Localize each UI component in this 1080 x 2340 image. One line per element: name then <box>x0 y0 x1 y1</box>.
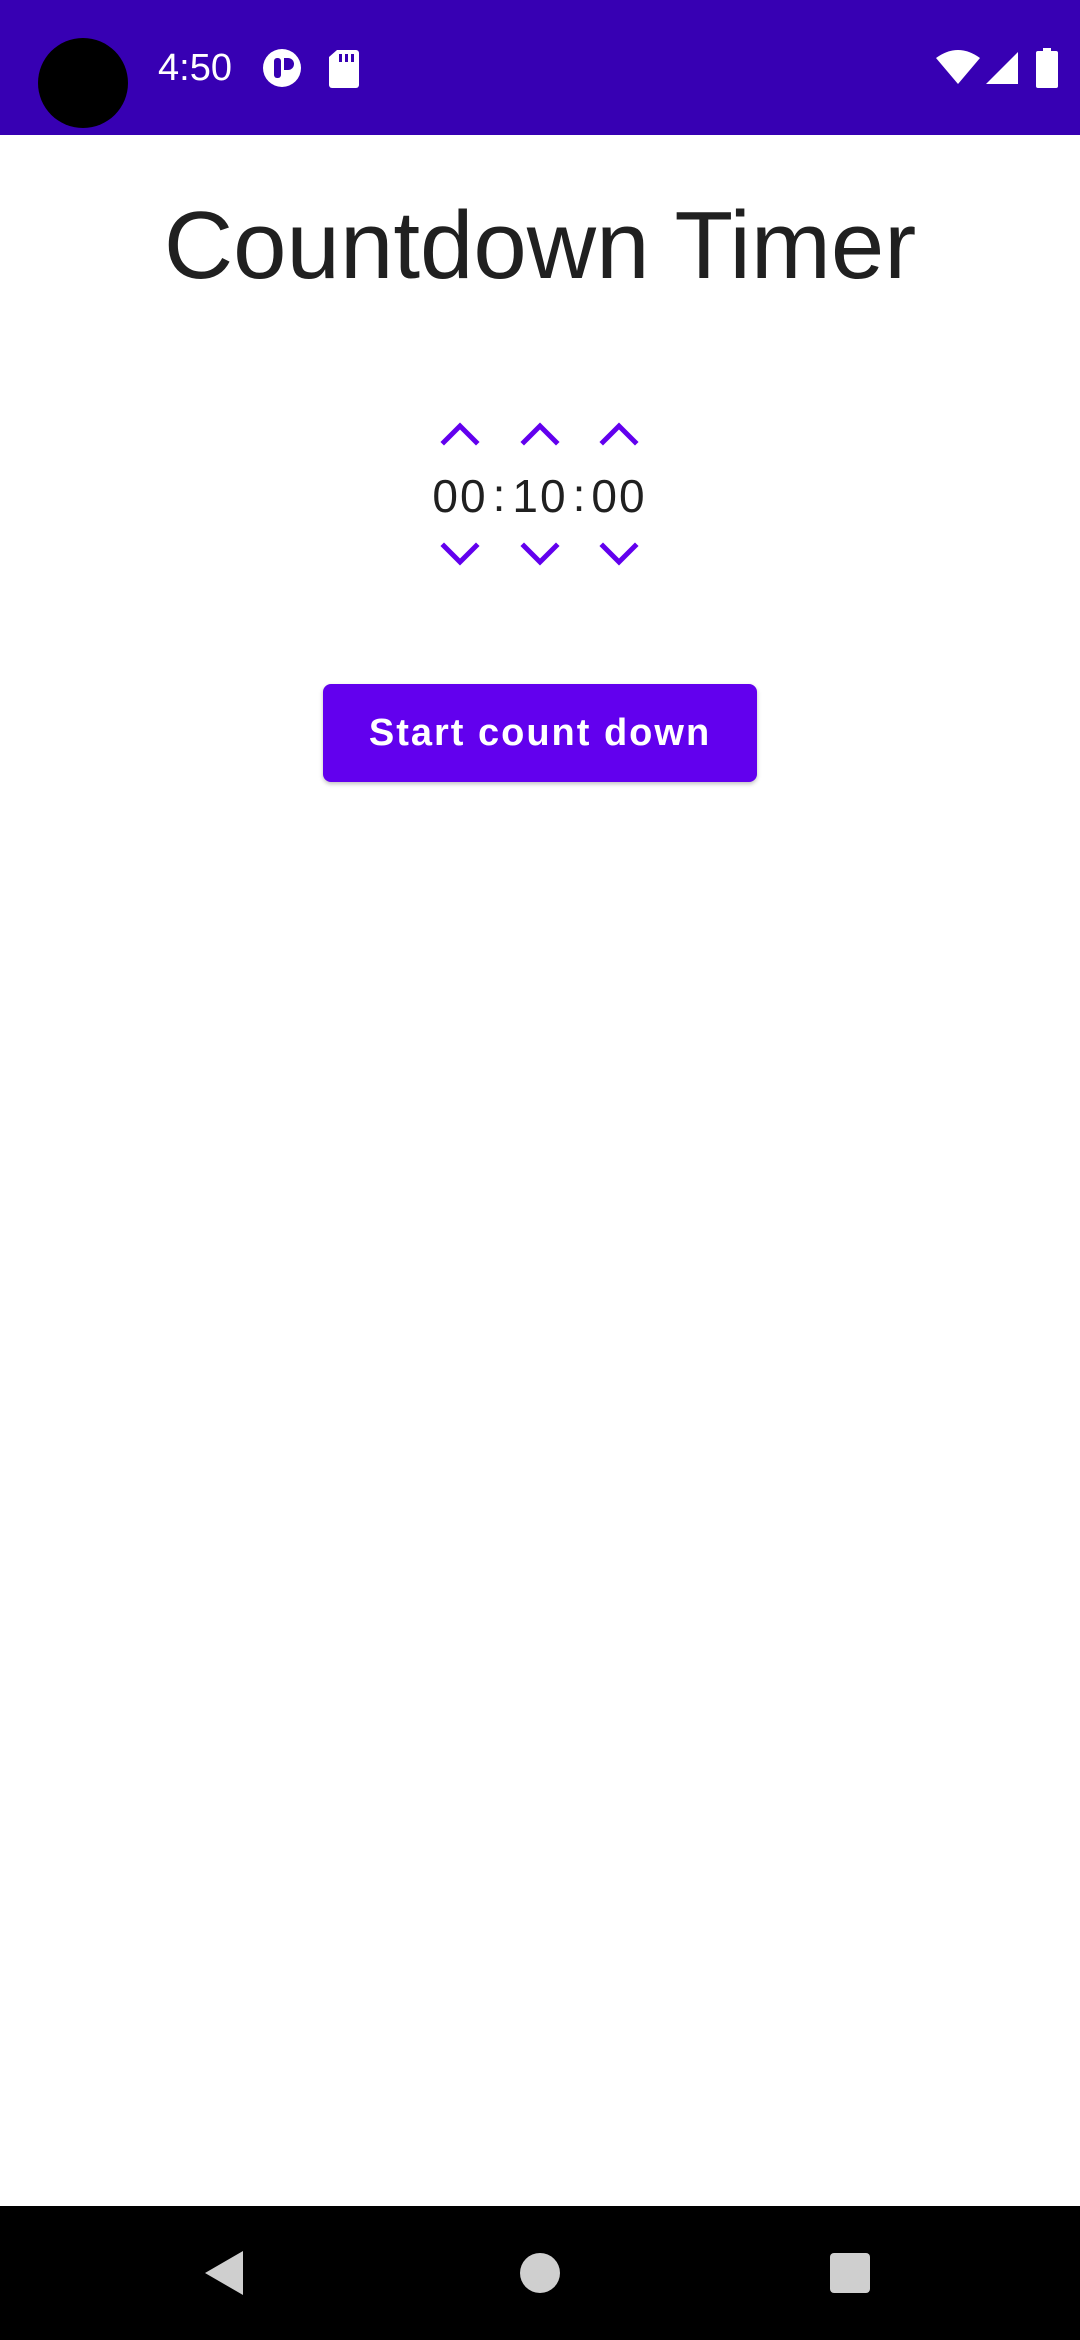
start-countdown-button[interactable]: Start count down <box>323 684 757 782</box>
notification-icon <box>262 48 302 88</box>
status-bar: 4:50 <box>0 0 1080 135</box>
chevron-up-icon <box>520 422 560 446</box>
time-display: 00 : 10 : 00 <box>420 466 659 526</box>
hours-value: 00 <box>432 470 488 522</box>
signal-icon <box>984 50 1020 86</box>
back-icon <box>205 2251 243 2295</box>
recents-icon <box>830 2253 870 2293</box>
hours-increment-button[interactable] <box>420 410 500 456</box>
seconds-decrement-button[interactable] <box>579 532 659 578</box>
minutes-decrement-button[interactable] <box>500 532 580 578</box>
chevron-down-icon <box>440 542 480 566</box>
minutes-increment-button[interactable] <box>500 410 580 456</box>
chevron-up-icon <box>440 422 480 446</box>
hours-decrement-button[interactable] <box>420 532 500 578</box>
back-button[interactable] <box>190 2238 260 2308</box>
navigation-bar <box>0 2206 1080 2340</box>
chevron-up-icon <box>599 422 639 446</box>
minutes-value: 10 <box>512 470 568 522</box>
home-icon <box>520 2253 560 2293</box>
status-time: 4:50 <box>158 47 232 89</box>
page-title: Countdown Timer <box>163 192 917 299</box>
sd-card-icon <box>328 48 360 88</box>
camera-cutout <box>38 38 128 128</box>
home-button[interactable] <box>505 2238 575 2308</box>
chevron-down-icon <box>599 542 639 566</box>
countdown-screen: 4:50 Countdown Timer 00: 10: 00 Start … <box>0 0 1080 2340</box>
seconds-increment-button[interactable] <box>579 410 659 456</box>
wifi-icon <box>936 50 980 86</box>
battery-icon <box>1036 48 1058 88</box>
recents-button[interactable] <box>815 2238 885 2308</box>
seconds-value: 00 <box>591 470 647 522</box>
chevron-down-icon <box>520 542 560 566</box>
